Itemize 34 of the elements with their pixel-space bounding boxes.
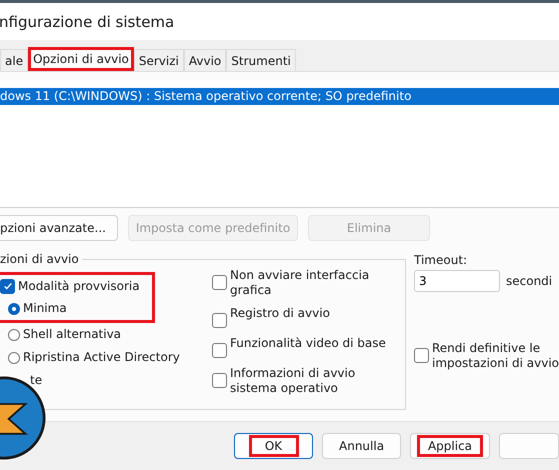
- tab[interactable]: Strumenti: [226, 49, 296, 71]
- checkbox[interactable]: [212, 275, 227, 290]
- option-label: te: [30, 373, 42, 388]
- window-title: nfigurazione di sistema: [0, 12, 174, 30]
- checkbox[interactable]: [212, 343, 227, 358]
- option-label: Informazioni di avvio sistema operativo: [230, 366, 356, 396]
- option-label: Modalità provvisoria: [18, 278, 140, 294]
- checkbox[interactable]: [0, 278, 15, 294]
- tab[interactable]: Opzioni di avvio: [28, 47, 134, 71]
- unit-label: secondi: [506, 274, 552, 288]
- list-button[interactable]: pzioni avanzate...: [0, 215, 118, 241]
- option-label: Shell alternativa: [23, 327, 122, 342]
- option-label: Registro di avvio: [230, 306, 331, 321]
- radio-button[interactable]: [8, 328, 20, 340]
- dialog-button[interactable]: Annulla: [322, 433, 402, 459]
- checkbox[interactable]: [212, 373, 227, 388]
- dialog-button[interactable]: OK: [234, 433, 314, 459]
- option-label: Funzionalità video di base: [230, 336, 387, 351]
- timeout-label: Timeout:: [414, 253, 468, 267]
- tab[interactable]: Servizi: [134, 49, 184, 71]
- checkbox[interactable]: [212, 313, 227, 328]
- os-list-item[interactable]: dows 11 (C:\WINDOWS) : Sistema operativo corrente; SO predefinito: [0, 88, 559, 105]
- option-label: Ripristina Active Directory: [23, 350, 180, 365]
- tab[interactable]: Avvio: [184, 49, 226, 71]
- option-label: Rendi definitive le impostazioni di avvio: [432, 341, 559, 371]
- option-label: Minima: [23, 301, 67, 316]
- option-label: Non avviare interfaccia grafica: [230, 268, 370, 298]
- timeout-field[interactable]: 3: [414, 270, 500, 292]
- tab[interactable]: ale: [0, 49, 28, 71]
- dialog-button[interactable]: Applica: [410, 433, 490, 459]
- radio-button[interactable]: [8, 302, 20, 314]
- checkbox[interactable]: [414, 348, 429, 363]
- radio-button[interactable]: [8, 352, 20, 364]
- check-icon: [2, 281, 12, 291]
